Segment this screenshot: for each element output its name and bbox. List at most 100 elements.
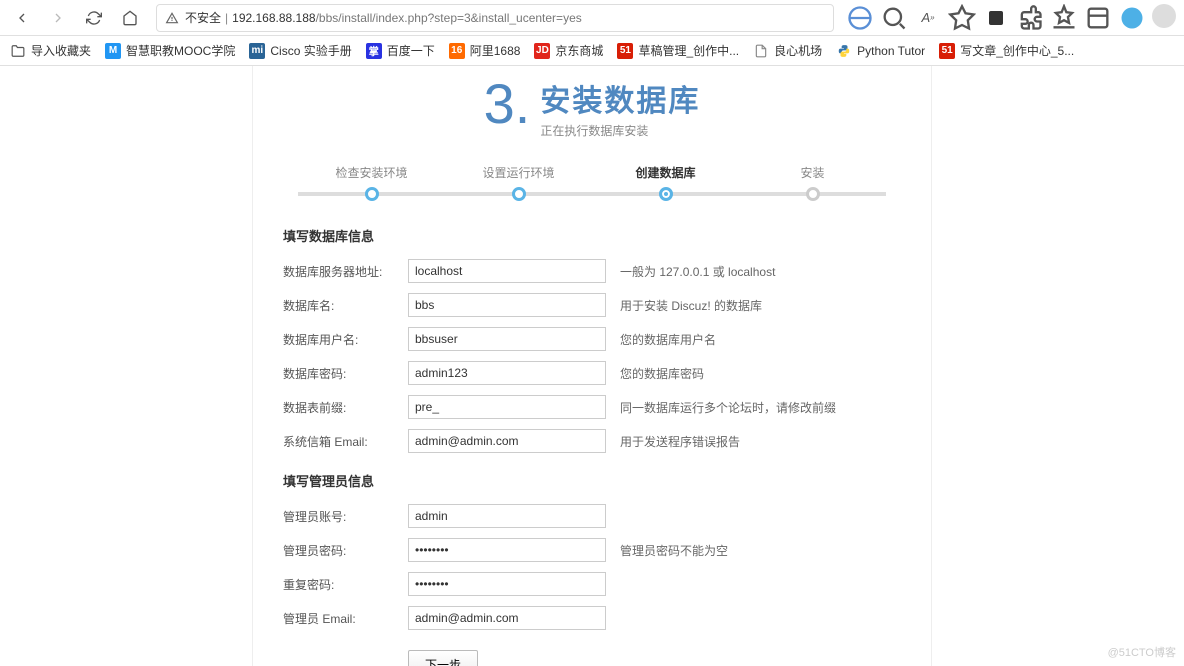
extension1-icon[interactable] <box>982 4 1010 32</box>
bookmark-icon <box>836 43 852 59</box>
step-label: 创建数据库 <box>592 164 739 181</box>
bookmark-item[interactable]: 良心机场 <box>753 42 822 59</box>
admin-field-row: 重复密码: <box>283 572 901 596</box>
bookmark-icon <box>10 43 26 59</box>
db-field-input[interactable] <box>408 293 606 317</box>
admin-field-row: 管理员 Email: <box>283 606 901 630</box>
install-header: 3. 安装数据库 正在执行数据库安装 <box>283 66 901 154</box>
db-field-hint: 用于安装 Discuz! 的数据库 <box>620 297 762 314</box>
bookmark-label: 阿里1688 <box>470 42 521 59</box>
forward-button[interactable] <box>44 4 72 32</box>
read-aloud-icon[interactable]: A» <box>914 4 942 32</box>
bookmark-icon: 51 <box>617 43 633 59</box>
db-field-input[interactable] <box>408 361 606 385</box>
db-field-input[interactable] <box>408 259 606 283</box>
admin-section-title: 填写管理员信息 <box>283 471 901 490</box>
db-field-label: 数据库服务器地址: <box>283 263 408 280</box>
db-field-input[interactable] <box>408 327 606 351</box>
next-step-button[interactable]: 下一步 <box>408 650 478 666</box>
db-field-hint: 您的数据库用户名 <box>620 331 716 348</box>
step-dot-icon <box>365 187 379 201</box>
admin-field-input[interactable] <box>408 538 606 562</box>
db-field-input[interactable] <box>408 429 606 453</box>
browser-toolbar: 不安全|192.168.88.188/bbs/install/index.php… <box>0 0 1184 36</box>
admin-field-label: 重复密码: <box>283 576 408 593</box>
bookmark-item[interactable]: 16 阿里1688 <box>449 42 521 59</box>
progress-step: 安装 <box>739 164 886 201</box>
bookmark-label: 百度一下 <box>387 42 435 59</box>
bookmark-label: 良心机场 <box>774 42 822 59</box>
db-section-title: 填写数据库信息 <box>283 226 901 245</box>
bookmark-icon: 掌 <box>366 43 382 59</box>
bookmark-label: 智慧职教MOOC学院 <box>126 42 235 59</box>
bookmark-label: 京东商城 <box>555 42 603 59</box>
bookmark-label: Python Tutor <box>857 44 925 58</box>
bookmark-icon: 16 <box>449 43 465 59</box>
address-text: 不安全|192.168.88.188/bbs/install/index.php… <box>185 9 582 26</box>
insecure-icon <box>165 11 179 25</box>
step-label: 检查安装环境 <box>298 164 445 181</box>
db-field-row: 数据库名: 用于安装 Discuz! 的数据库 <box>283 293 901 317</box>
bookmark-item[interactable]: Python Tutor <box>836 43 925 59</box>
profile-avatar[interactable] <box>1152 4 1176 28</box>
bookmark-item[interactable]: 51写文章_创作中心_5... <box>939 42 1074 59</box>
back-button[interactable] <box>8 4 36 32</box>
admin-field-input[interactable] <box>408 572 606 596</box>
progress-step: 检查安装环境 <box>298 164 445 201</box>
progress-step: 创建数据库 <box>592 164 739 201</box>
content-area: 3. 安装数据库 正在执行数据库安装 检查安装环境设置运行环境创建数据库安装 填… <box>0 66 1184 666</box>
bookmark-item[interactable]: M智慧职教MOOC学院 <box>105 42 235 59</box>
bookmark-item[interactable]: JD 京东商城 <box>534 42 603 59</box>
watermark: @51CTO博客 <box>1108 644 1176 660</box>
step-label: 设置运行环境 <box>445 164 592 181</box>
step-dot-icon <box>806 187 820 201</box>
bookmark-icon: JD <box>534 43 550 59</box>
db-field-label: 数据库密码: <box>283 365 408 382</box>
step-dot-icon <box>659 187 673 201</box>
db-field-row: 数据表前缀: 同一数据库运行多个论坛时，请修改前缀 <box>283 395 901 419</box>
progress-step: 设置运行环境 <box>445 164 592 201</box>
admin-field-label: 管理员账号: <box>283 508 408 525</box>
edge-icon[interactable] <box>1118 4 1146 32</box>
step-number: 3. <box>484 76 531 132</box>
address-bar[interactable]: 不安全|192.168.88.188/bbs/install/index.php… <box>156 4 834 32</box>
favorites-list-icon[interactable] <box>1050 4 1078 32</box>
page-subtitle: 正在执行数据库安装 <box>540 122 700 139</box>
db-field-label: 数据表前缀: <box>283 399 408 416</box>
db-field-input[interactable] <box>408 395 606 419</box>
admin-field-label: 管理员 Email: <box>283 610 408 627</box>
db-field-row: 数据库密码:您的数据库密码 <box>283 361 901 385</box>
step-dot-icon <box>512 187 526 201</box>
bookmark-icon <box>753 43 769 59</box>
bookmark-label: 导入收藏夹 <box>31 42 91 59</box>
bookmark-label: Cisco 实验手册 <box>270 42 351 59</box>
db-field-row: 数据库服务器地址:一般为 127.0.0.1 或 localhost <box>283 259 901 283</box>
bookmark-item[interactable]: 导入收藏夹 <box>10 42 91 59</box>
bookmark-label: 写文章_创作中心_5... <box>960 42 1074 59</box>
refresh-button[interactable] <box>80 4 108 32</box>
favorite-icon[interactable] <box>948 4 976 32</box>
db-field-hint: 用于发送程序错误报告 <box>620 433 740 450</box>
db-field-label: 数据库名: <box>283 297 408 314</box>
admin-field-input[interactable] <box>408 504 606 528</box>
bookmark-item[interactable]: mi Cisco 实验手册 <box>249 42 351 59</box>
ie-mode-icon[interactable] <box>846 4 874 32</box>
db-field-row: 系统信箱 Email: 用于发送程序错误报告 <box>283 429 901 453</box>
search-icon[interactable] <box>880 4 908 32</box>
db-field-label: 数据库用户名: <box>283 331 408 348</box>
bookmark-item[interactable]: 掌百度一下 <box>366 42 435 59</box>
collections-icon[interactable] <box>1084 4 1112 32</box>
bookmark-label: 草稿管理_创作中... <box>638 42 739 59</box>
admin-field-label: 管理员密码: <box>283 542 408 559</box>
bookmark-icon: mi <box>249 43 265 59</box>
bookmark-item[interactable]: 51 草稿管理_创作中... <box>617 42 739 59</box>
step-label: 安装 <box>739 164 886 181</box>
admin-field-input[interactable] <box>408 606 606 630</box>
home-button[interactable] <box>116 4 144 32</box>
admin-field-row: 管理员账号: <box>283 504 901 528</box>
page-title: 安装数据库 <box>540 76 700 120</box>
db-field-label: 系统信箱 Email: <box>283 433 408 450</box>
db-field-hint: 同一数据库运行多个论坛时，请修改前缀 <box>620 399 836 416</box>
extensions-icon[interactable] <box>1016 4 1044 32</box>
db-field-row: 数据库用户名: 您的数据库用户名 <box>283 327 901 351</box>
